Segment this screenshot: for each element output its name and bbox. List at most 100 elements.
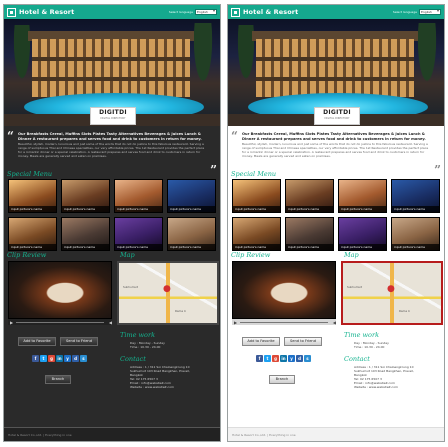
twitter-icon[interactable]: t [40, 355, 47, 362]
branch-button[interactable]: Branch [45, 375, 71, 384]
map-title: Map [120, 251, 135, 259]
menu-grid: input picture's name input picture's nam… [228, 179, 444, 251]
menu-item[interactable]: input picture's name [61, 179, 110, 213]
video-progress-track[interactable] [240, 321, 328, 323]
share-icon[interactable]: s [80, 355, 87, 362]
menu-item[interactable]: input picture's name [391, 179, 440, 213]
share-icon[interactable]: s [304, 355, 311, 362]
hero-image: DIGITDI DIGITAL DIRECTORY [228, 19, 444, 126]
video-progress-track[interactable] [16, 321, 104, 323]
map-pin-icon[interactable]: ● [163, 285, 171, 294]
menu-item-caption: input picture's name [168, 244, 215, 250]
time-work-hours: Time : 10.30 - 24.00 [354, 345, 385, 349]
send-to-friend-button[interactable]: Send to Friend [284, 337, 322, 346]
social-icons: f t g in y d s [32, 355, 87, 362]
top-bar: Hotel & Resort Select language English [4, 5, 220, 19]
volume-icon[interactable]: ◀ [109, 320, 112, 325]
video-player[interactable] [8, 261, 112, 319]
menu-item[interactable]: input picture's name [8, 217, 57, 251]
brand-title[interactable]: Hotel & Resort [243, 8, 298, 16]
clip-review-title: Clip Review [231, 251, 271, 259]
digg-icon[interactable]: d [296, 355, 303, 362]
language-select[interactable]: English [419, 9, 441, 15]
video-controls: ▶ ◀ [8, 319, 112, 325]
logo-icon [231, 7, 240, 17]
language-selector[interactable]: Select language English [169, 9, 217, 15]
menu-item[interactable]: input picture's name [114, 217, 163, 251]
linkedin-icon[interactable]: in [280, 355, 287, 362]
menu-item[interactable]: input picture's name [114, 179, 163, 213]
language-label: Select language [392, 10, 417, 14]
hotel-building [32, 39, 190, 97]
menu-item-caption: input picture's name [339, 244, 386, 250]
light-theme-panel: Hotel & Resort Select language English D… [227, 4, 445, 442]
social-icons: f t g in y d s [256, 355, 311, 362]
map-view[interactable]: Sukhumvit Rama 4 ● [341, 261, 443, 325]
youtube-icon[interactable]: y [288, 355, 295, 362]
menu-item[interactable]: input picture's name [232, 217, 281, 251]
play-icon[interactable]: ▶ [234, 320, 237, 325]
time-work-title: Time work [120, 331, 156, 339]
contact-title: Contact [120, 355, 146, 363]
map-view[interactable]: Sukhumvit Rama 4 ● [117, 261, 219, 325]
menu-item-caption: input picture's name [9, 206, 56, 212]
contact-website[interactable]: Website : www.websiteZ.com [130, 385, 190, 389]
map-road-label: Sukhumvit [123, 285, 138, 289]
badge-mark: DIGITDI [99, 109, 127, 116]
badge-subtitle: DIGITAL DIRECTORY [100, 117, 126, 120]
time-work-info: Day : Monday - Sunday Time : 10.30 - 24.… [354, 341, 389, 349]
menu-item-caption: input picture's name [286, 206, 333, 212]
menu-item-caption: input picture's name [233, 244, 280, 250]
add-to-favorite-button[interactable]: Add to Favorite [18, 337, 56, 346]
menu-grid: input picture's name input picture's nam… [4, 179, 220, 251]
menu-item-caption: input picture's name [168, 206, 215, 212]
language-label: Select language [168, 10, 193, 14]
play-icon[interactable]: ▶ [10, 320, 13, 325]
menu-item[interactable]: input picture's name [338, 217, 387, 251]
map-road-label: Rama 4 [399, 309, 410, 313]
menu-item-caption: input picture's name [62, 244, 109, 250]
brand-title[interactable]: Hotel & Resort [19, 8, 74, 16]
youtube-icon[interactable]: y [64, 355, 71, 362]
add-to-favorite-button[interactable]: Add to Favorite [242, 337, 280, 346]
google-plus-icon[interactable]: g [272, 355, 279, 362]
intro-title: Our Breakfasts Cereal, Muffins Slots Pla… [242, 132, 426, 141]
facebook-icon[interactable]: f [256, 355, 263, 362]
language-select[interactable]: English [195, 9, 217, 15]
contact-website[interactable]: Website : www.websiteZ.com [354, 385, 414, 389]
twitter-icon[interactable]: t [264, 355, 271, 362]
menu-item[interactable]: input picture's name [61, 217, 110, 251]
send-to-friend-button[interactable]: Send to Friend [60, 337, 98, 346]
badge-subtitle: DIGITAL DIRECTORY [324, 117, 350, 120]
footer: Hotel & Resort Co.,Ltd. | Everything in … [228, 427, 444, 441]
menu-item[interactable]: input picture's name [391, 217, 440, 251]
menu-item[interactable]: input picture's name [285, 217, 334, 251]
menu-item[interactable]: input picture's name [285, 179, 334, 213]
bottom-section: Clip Review Map ▶ ◀ Sukhumvit Rama 4 ● A… [4, 251, 220, 421]
linkedin-icon[interactable]: in [56, 355, 63, 362]
menu-item[interactable]: input picture's name [167, 217, 216, 251]
branch-button[interactable]: Branch [269, 375, 295, 384]
map-pin-icon[interactable]: ● [387, 285, 395, 294]
digg-icon[interactable]: d [72, 355, 79, 362]
bottom-section: Clip Review Map ▶ ◀ Sukhumvit Rama 4 ● A… [228, 251, 444, 421]
contact-title: Contact [344, 355, 370, 363]
intro-block: “ Our Breakfasts Cereal, Muffins Slots P… [4, 126, 220, 176]
video-controls: ▶ ◀ [232, 319, 336, 325]
menu-item[interactable]: input picture's name [8, 179, 57, 213]
menu-item[interactable]: input picture's name [167, 179, 216, 213]
menu-item-caption: input picture's name [62, 206, 109, 212]
facebook-icon[interactable]: f [32, 355, 39, 362]
menu-item-caption: input picture's name [339, 206, 386, 212]
google-plus-icon[interactable]: g [48, 355, 55, 362]
footer: Hotel & Resort Co.,Ltd. | Everything in … [4, 427, 220, 441]
menu-item[interactable]: input picture's name [338, 179, 387, 213]
digitdi-badge: DIGITDI DIGITAL DIRECTORY [314, 107, 360, 125]
volume-icon[interactable]: ◀ [333, 320, 336, 325]
intro-title: Our Breakfasts Cereal, Muffins Slots Pla… [18, 132, 202, 141]
menu-item[interactable]: input picture's name [232, 179, 281, 213]
quote-close-icon: ” [434, 163, 441, 177]
menu-item-caption: input picture's name [115, 244, 162, 250]
language-selector[interactable]: Select language English [393, 9, 441, 15]
video-player[interactable] [232, 261, 336, 319]
